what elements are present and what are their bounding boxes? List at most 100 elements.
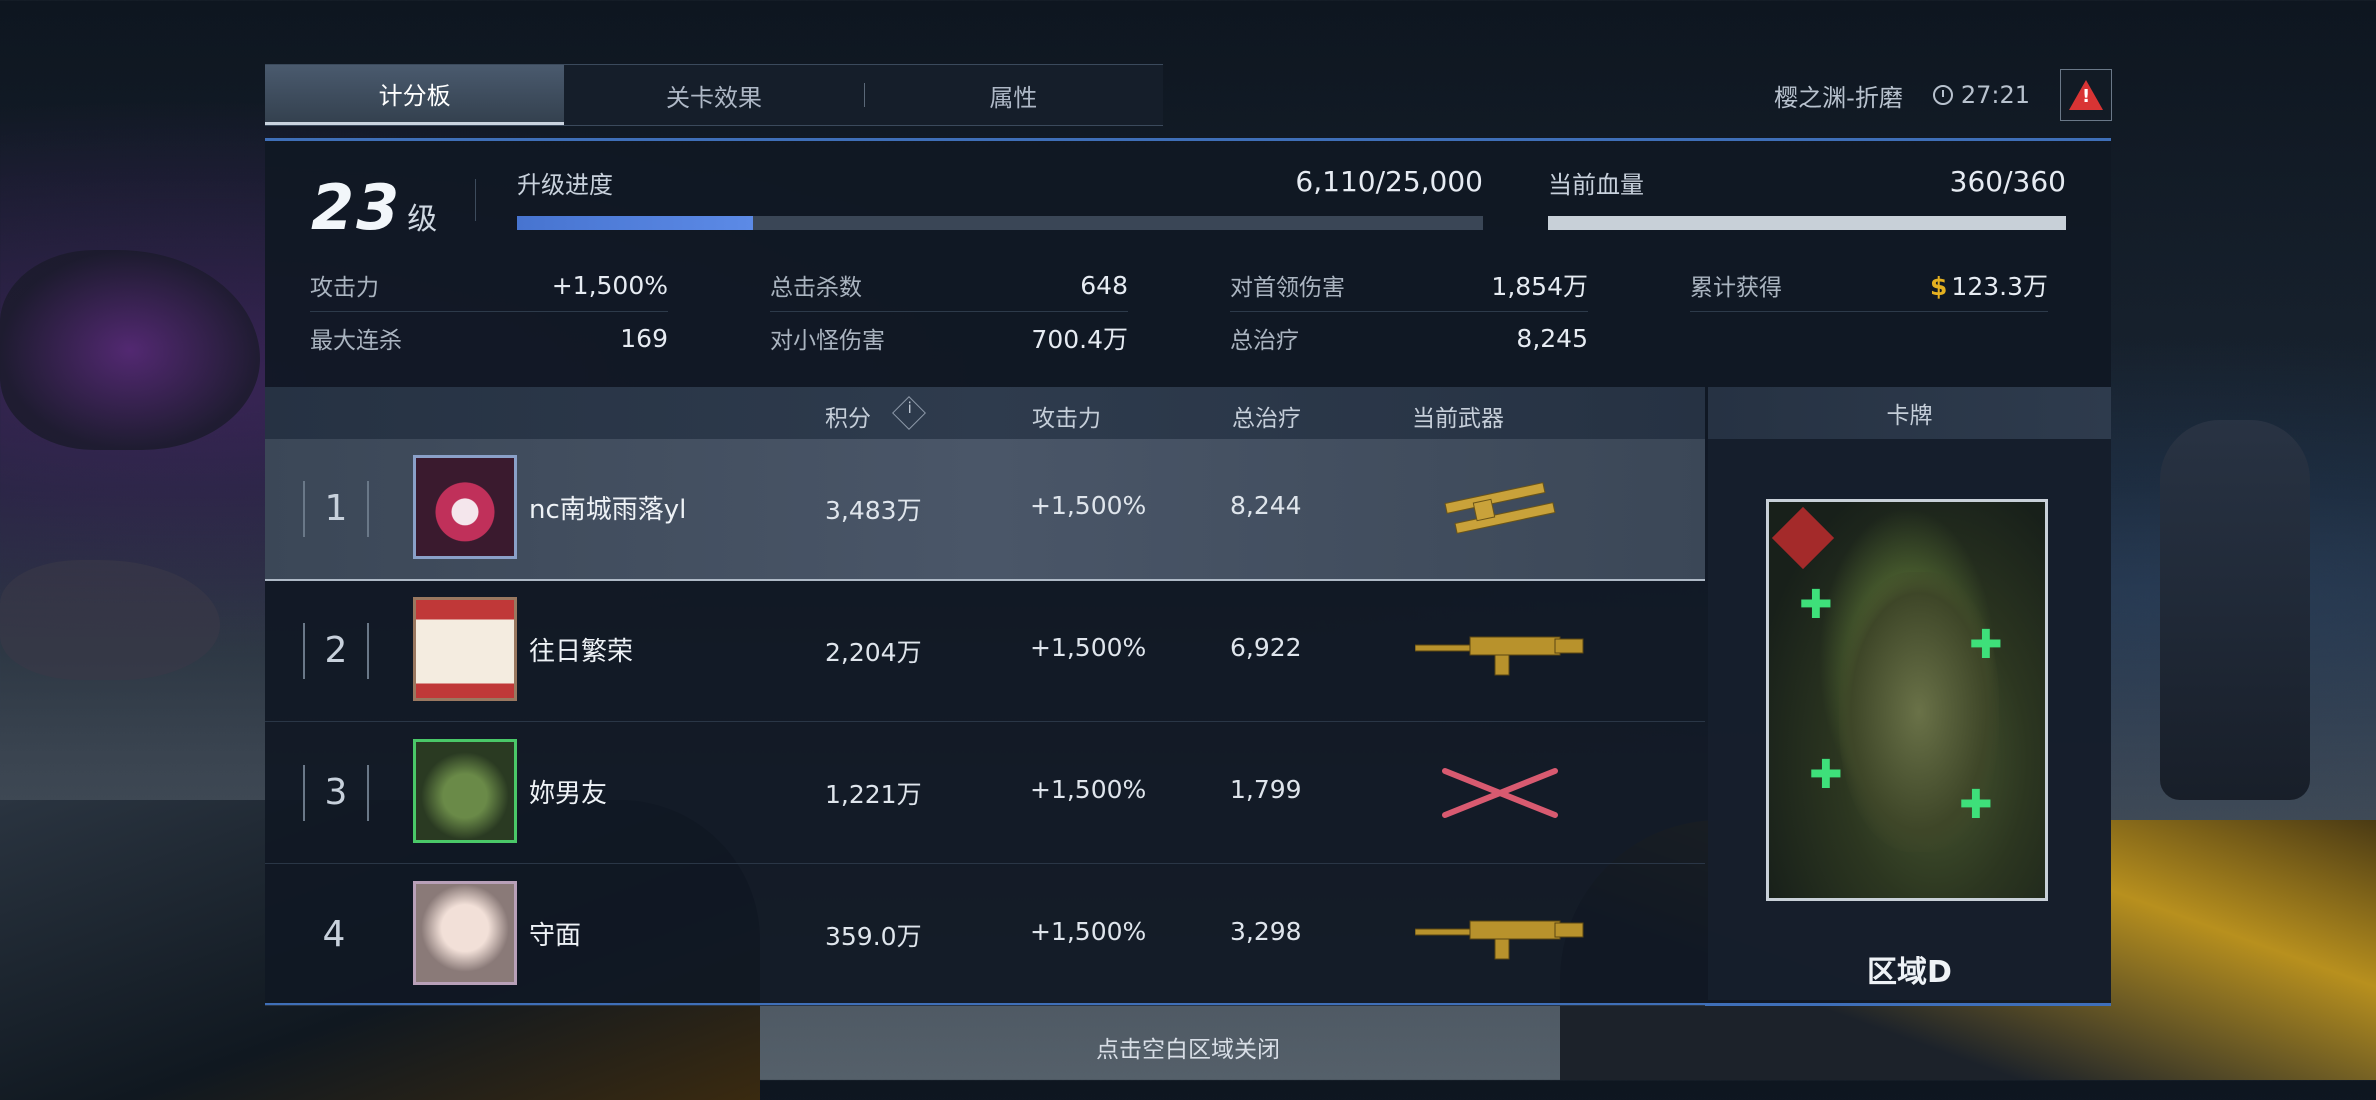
health: 当前血量 360/360 xyxy=(1548,165,2066,230)
progress-bar-fill xyxy=(517,216,754,230)
table-header: 积分 攻击力 总治疗 当前武器 xyxy=(265,387,1705,439)
avatar xyxy=(413,881,517,985)
stat-value: 1,854万 xyxy=(1491,272,1588,301)
plus-icon: ✚ xyxy=(1969,622,2003,668)
card-image[interactable]: ✚ ✚ ✚ ✚ xyxy=(1766,499,2048,901)
earned-amount: 123.3万 xyxy=(1951,272,2048,301)
stat-label: 总击杀数 xyxy=(770,275,862,301)
stat-column-2: 总击杀数 648 对小怪伤害 700.4万 xyxy=(770,259,1130,364)
currency-icon: $ xyxy=(1930,272,1948,301)
divider xyxy=(475,179,476,221)
player-attack: +1,500% xyxy=(1030,491,1147,520)
player-heal: 6,922 xyxy=(1230,633,1302,662)
player-heal: 3,298 xyxy=(1230,917,1302,946)
player-name: 往日繁荣 xyxy=(529,637,634,667)
plus-icon: ✚ xyxy=(1809,752,1843,798)
stat-label: 最大连杀 xyxy=(310,328,402,354)
stat-boss-damage: 对首领伤害 1,854万 xyxy=(1230,259,1588,312)
progress-value: 6,110/25,000 xyxy=(1295,165,1483,198)
card-header: 卡牌 xyxy=(1708,387,2111,439)
stat-grid: 攻击力 +1,500% 最大连杀 169 总击杀数 648 对小怪伤害 700.4万 对… xyxy=(310,259,2050,364)
crossed-blades-icon xyxy=(1442,768,1558,818)
plus-icon: ✚ xyxy=(1799,582,1833,628)
stat-max-combo: 最大连杀 169 xyxy=(310,312,668,364)
col-heal: 总治疗 xyxy=(1232,406,1301,432)
player-attack: +1,500% xyxy=(1030,633,1147,662)
gold-rifle-icon xyxy=(1415,636,1584,676)
timer-value: 27:21 xyxy=(1960,81,2030,109)
stat-label: 对首领伤害 xyxy=(1230,275,1345,301)
player-score: 359.0万 xyxy=(825,922,922,951)
tab-attributes[interactable]: 属性 xyxy=(863,65,1163,125)
scoreboard-panel: 23 级 升级进度 6,110/25,000 当前血量 360/360 攻击力 +… xyxy=(265,138,2111,1006)
player-attack: +1,500% xyxy=(1030,775,1147,804)
stat-column-3: 对首领伤害 1,854万 总治疗 8,245 xyxy=(1230,259,1590,364)
card-label: 区域D xyxy=(1867,955,1952,990)
stat-value: +1,500% xyxy=(551,270,668,300)
rank: 4 xyxy=(322,914,346,955)
stat-value: 648 xyxy=(1080,270,1128,300)
table-row[interactable]: 2 往日繁荣 2,204万 +1,500% 6,922 xyxy=(265,581,1705,722)
hp-value: 360/360 xyxy=(1949,165,2066,198)
col-weapon: 当前武器 xyxy=(1412,406,1504,432)
gold-rifle-icon xyxy=(1415,920,1584,960)
stat-value: 169 xyxy=(620,323,668,353)
level-unit: 级 xyxy=(407,202,438,237)
card-badge-icon xyxy=(1771,506,1835,570)
team-stats: 23 级 升级进度 6,110/25,000 当前血量 360/360 攻击力 +… xyxy=(265,141,2111,386)
plus-icon: ✚ xyxy=(1959,782,1993,828)
dual-rifle-icon xyxy=(1444,482,1556,534)
clock-icon xyxy=(1932,85,1953,105)
timer: 27:21 xyxy=(1932,81,2030,109)
warning-button[interactable]: ! xyxy=(2060,69,2112,121)
player-heal: 8,244 xyxy=(1230,491,1302,520)
stat-attack: 攻击力 +1,500% xyxy=(310,259,668,312)
close-hint[interactable]: 点击空白区域关闭 xyxy=(0,1030,2376,1064)
avatar xyxy=(413,739,517,843)
soldier-character xyxy=(2160,420,2310,800)
stat-value: $123.3万 xyxy=(1930,267,2048,303)
stat-label: 对小怪伤害 xyxy=(770,328,885,354)
stat-label: 攻击力 xyxy=(310,275,379,301)
info-icon[interactable] xyxy=(892,396,926,430)
stat-value: 8,245 xyxy=(1516,323,1588,353)
hp-bar xyxy=(1548,216,2066,230)
player-name: 妳男友 xyxy=(529,779,608,809)
table-row[interactable]: 1 nc南城雨落yl 3,483万 +1,500% 8,244 xyxy=(265,439,1705,581)
hp-bar-fill xyxy=(1548,216,2066,230)
stat-label: 总治疗 xyxy=(1230,328,1299,354)
level-number: 23 xyxy=(311,171,402,244)
tab-label: 属性 xyxy=(989,83,1038,112)
player-score: 2,204万 xyxy=(825,638,922,667)
table-row[interactable]: 3 妳男友 1,221万 +1,500% 1,799 xyxy=(265,723,1705,864)
team-level: 23 级 xyxy=(311,171,437,244)
stat-total-kills: 总击杀数 648 xyxy=(770,259,1128,312)
tab-scoreboard[interactable]: 计分板 xyxy=(265,65,565,125)
location-label: 樱之渊-折磨 xyxy=(1774,83,1903,112)
rank: 3 xyxy=(303,765,369,821)
stat-earned: 累计获得 $123.3万 xyxy=(1690,259,2048,312)
avatar xyxy=(413,455,517,559)
col-score: 积分 xyxy=(825,406,871,432)
rank: 2 xyxy=(303,623,369,679)
rank: 1 xyxy=(303,481,369,537)
player-attack: +1,500% xyxy=(1030,917,1147,946)
tab-label: 关卡效果 xyxy=(665,83,762,112)
tab-label: 计分板 xyxy=(378,82,451,110)
player-name: nc南城雨落yl xyxy=(529,495,687,525)
stat-column-1: 攻击力 +1,500% 最大连杀 169 xyxy=(310,259,670,364)
table-row[interactable]: 4 守面 359.0万 +1,500% 3,298 xyxy=(265,865,1705,1006)
player-heal: 1,799 xyxy=(1230,775,1302,804)
tab-stage-effects[interactable]: 关卡效果 xyxy=(564,65,863,125)
player-score: 3,483万 xyxy=(825,496,922,525)
tab-bar: 计分板 关卡效果 属性 xyxy=(265,64,1163,126)
player-score: 1,221万 xyxy=(825,780,922,809)
stat-value: 700.4万 xyxy=(1031,325,1128,354)
level-progress: 升级进度 6,110/25,000 xyxy=(517,165,1483,230)
col-attack: 攻击力 xyxy=(1032,406,1101,432)
top-right-info: 樱之渊-折磨 27:21 ! xyxy=(1774,69,2112,121)
stat-total-heal: 总治疗 8,245 xyxy=(1230,312,1588,364)
player-name: 守面 xyxy=(529,921,582,951)
avatar xyxy=(413,597,517,701)
progress-bar xyxy=(517,216,1483,230)
